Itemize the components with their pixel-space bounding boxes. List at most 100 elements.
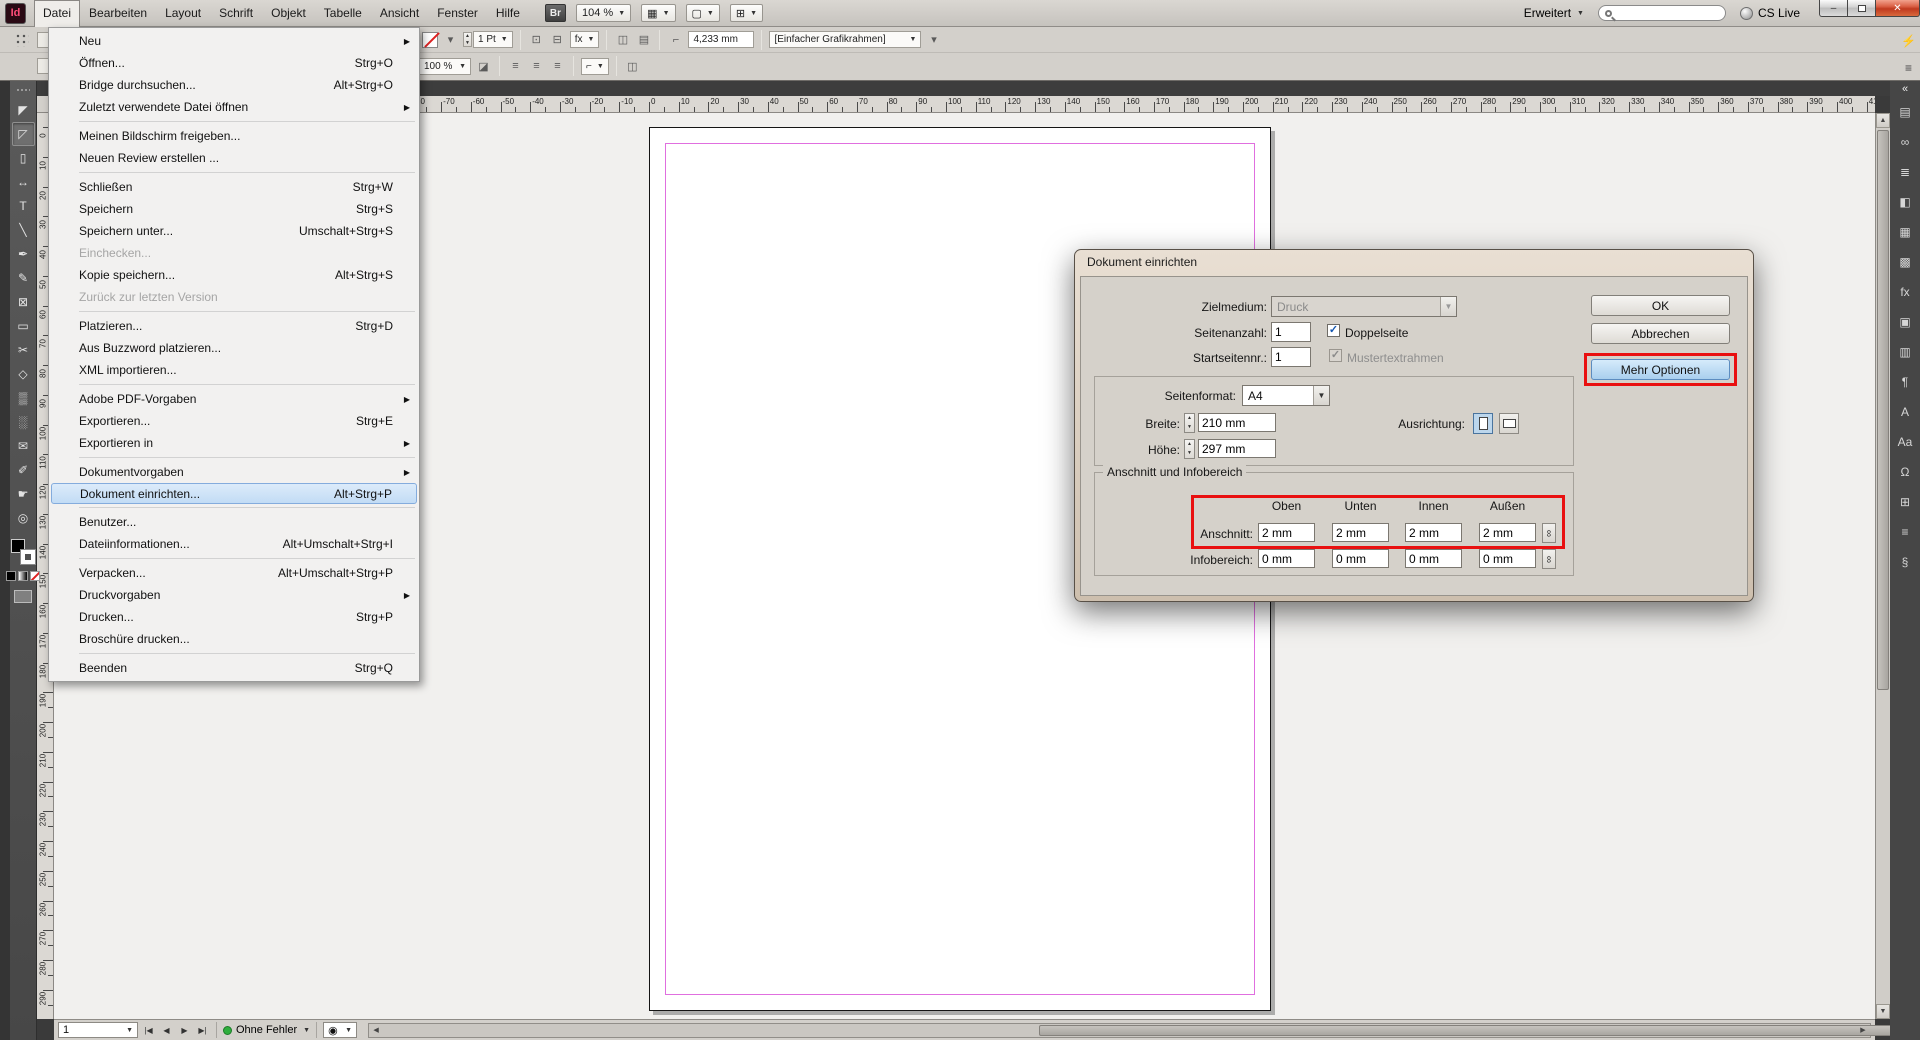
workspace-switcher[interactable]: Erweitert ▼ (1524, 6, 1584, 20)
character-panel-icon[interactable]: A (1894, 401, 1916, 423)
cs-live-button[interactable]: CS Live (1740, 6, 1800, 20)
drop-shadow-button[interactable]: ◪ (475, 58, 492, 75)
scripts-panel-icon[interactable]: § (1894, 551, 1916, 573)
more-options-button[interactable]: Mehr Optionen (1591, 359, 1730, 380)
scroll-left-arrow[interactable]: ◀ (369, 1024, 383, 1037)
file-menu-item-dateiinformationen[interactable]: Dateiinformationen...Alt+Umschalt+Strg+I (49, 533, 419, 555)
file-menu-item-adobe-pdf-vorgaben[interactable]: Adobe PDF-Vorgaben▶ (49, 388, 419, 410)
orientation-portrait-button[interactable] (1473, 413, 1493, 434)
menu-bearbeiten[interactable]: Bearbeiten (80, 0, 156, 27)
scroll-up-arrow[interactable]: ▲ (1876, 113, 1890, 128)
file-menu-item-beenden[interactable]: BeendenStrg+Q (49, 657, 419, 679)
wrap-around-button[interactable]: ▤ (635, 31, 652, 48)
previous-page-button[interactable]: ◀ (159, 1022, 174, 1038)
vertical-scroll-thumb[interactable] (1877, 130, 1889, 690)
corner-size-field[interactable]: 4,233 mm (688, 31, 754, 48)
preflight-profile-combo[interactable]: ◉ ▼ (323, 1022, 357, 1038)
character-styles-panel-icon[interactable]: Aa (1894, 431, 1916, 453)
free-transform-tool[interactable]: ◇ (12, 362, 35, 386)
infobereich-unten-input[interactable] (1332, 549, 1389, 568)
rectangle-frame-tool[interactable]: ⊠ (12, 290, 35, 314)
hoehe-input[interactable] (1198, 439, 1276, 458)
table-panel-icon[interactable]: ⊞ (1894, 491, 1916, 513)
breite-input[interactable] (1198, 413, 1276, 432)
infobereich-link-icon[interactable]: ∞ (1542, 549, 1556, 569)
scissors-tool[interactable]: ✂ (12, 338, 35, 362)
line-tool[interactable]: ╲ (12, 218, 35, 242)
layers-panel-icon[interactable]: ≡ (1894, 521, 1916, 543)
file-menu-item-kopie-speichern[interactable]: Kopie speichern...Alt+Strg+S (49, 264, 419, 286)
anschnitt-oben-input[interactable] (1258, 523, 1315, 542)
menu-ansicht[interactable]: Ansicht (371, 0, 428, 27)
file-menu-item-exportieren-in[interactable]: Exportieren in▶ (49, 432, 419, 454)
scroll-right-arrow[interactable]: ▶ (1856, 1024, 1870, 1037)
file-menu-item-platzieren[interactable]: Platzieren...Strg+D (49, 315, 419, 337)
anschnitt-innen-input[interactable] (1405, 523, 1462, 542)
object-style-menu-icon[interactable]: ▾ (925, 31, 942, 48)
file-menu-item-zuletzt-verwendete-datei-ffnen[interactable]: Zuletzt verwendete Datei öffnen▶ (49, 96, 419, 118)
seitenanzahl-input[interactable] (1271, 322, 1311, 342)
scroll-down-arrow[interactable]: ▼ (1876, 1004, 1890, 1019)
hand-tool[interactable]: ☛ (12, 482, 35, 506)
direct-selection-tool[interactable]: ◸ (12, 122, 35, 146)
minimize-button[interactable]: – (1819, 0, 1848, 17)
file-menu-item-ffnen[interactable]: Öffnen...Strg+O (49, 52, 419, 74)
file-menu-item-speichern[interactable]: SpeichernStrg+S (49, 198, 419, 220)
align-center-button[interactable]: ≡ (528, 58, 545, 75)
stroke-swatch[interactable] (21, 550, 35, 564)
first-page-button[interactable]: |◀ (141, 1022, 156, 1038)
note-tool[interactable]: ✉ (12, 434, 35, 458)
wrap-none-button[interactable]: ◫ (614, 31, 631, 48)
zielmedium-select[interactable]: Druck ▼ (1271, 296, 1457, 317)
anschnitt-unten-input[interactable] (1332, 523, 1389, 542)
file-menu-item-verpacken[interactable]: Verpacken...Alt+Umschalt+Strg+P (49, 562, 419, 584)
file-menu-item-speichern-unter[interactable]: Speichern unter...Umschalt+Strg+S (49, 220, 419, 242)
pen-tool[interactable]: ✒ (12, 242, 35, 266)
effects-panel-icon[interactable]: fx (1894, 281, 1916, 303)
file-menu-item-bridge-durchsuchen[interactable]: Bridge durchsuchen...Alt+Strg+O (49, 74, 419, 96)
file-menu-item-exportieren[interactable]: Exportieren...Strg+E (49, 410, 419, 432)
infobereich-oben-input[interactable] (1258, 549, 1315, 568)
gap-tool[interactable]: ↔ (12, 170, 35, 194)
file-menu-item-druckvorgaben[interactable]: Druckvorgaben▶ (49, 584, 419, 606)
paragraph-panel-icon[interactable]: ¶ (1894, 371, 1916, 393)
menu-layout[interactable]: Layout (156, 0, 210, 27)
search-input[interactable] (1616, 6, 1716, 20)
file-menu-item-aus-buzzword-platzieren[interactable]: Aus Buzzword platzieren... (49, 337, 419, 359)
stroke-weight-combo[interactable]: ▲▼1 Pt▼ (463, 31, 513, 48)
apply-color-button[interactable] (6, 571, 16, 581)
text-wrap-button[interactable]: ◫ (624, 58, 641, 75)
menu-fenster[interactable]: Fenster (428, 0, 487, 27)
opacity-combo[interactable]: 100 %▼ (419, 58, 471, 75)
type-tool[interactable]: T (12, 194, 35, 218)
file-menu-item-neuen-review-erstellen[interactable]: Neuen Review erstellen ... (49, 147, 419, 169)
stroke-weight-combo-value[interactable]: 1 Pt▼ (473, 31, 513, 48)
file-menu-item-brosch-re-drucken[interactable]: Broschüre drucken... (49, 628, 419, 650)
seitenformat-select[interactable]: A4 ▼ (1242, 385, 1330, 406)
pages-panel-icon[interactable]: ▤ (1894, 101, 1916, 123)
close-button[interactable]: ✕ (1875, 0, 1920, 17)
rectangle-tool[interactable]: ▭ (12, 314, 35, 338)
stroke-menu-arrow-icon[interactable]: ▾ (442, 31, 459, 48)
stroke-panel-icon[interactable]: ≣ (1894, 161, 1916, 183)
corner-options-icon[interactable]: ⌐ (667, 31, 684, 48)
eyedropper-tool[interactable]: ✐ (12, 458, 35, 482)
glyphs-panel-icon[interactable]: Ω (1894, 461, 1916, 483)
file-menu-item-dokumentvorgaben[interactable]: Dokumentvorgaben▶ (49, 461, 419, 483)
swatches-panel-icon[interactable]: ▦ (1894, 221, 1916, 243)
links-panel-icon[interactable]: ∞ (1894, 131, 1916, 153)
apply-gradient-button[interactable] (18, 571, 28, 581)
lightning-icon[interactable]: ⚡ (1900, 32, 1917, 49)
cancel-button[interactable]: Abbrechen (1591, 323, 1730, 344)
gradient-swatch-tool[interactable]: ▒ (12, 386, 35, 410)
orientation-landscape-button[interactable] (1499, 413, 1519, 434)
anschnitt-au-en-input[interactable] (1479, 523, 1536, 542)
align-left-button[interactable]: ≡ (507, 58, 524, 75)
object-style-combo[interactable]: [Einfacher Grafikrahmen]▼ (769, 31, 921, 48)
file-menu-item-drucken[interactable]: Drucken...Strg+P (49, 606, 419, 628)
text-wrap-panel-icon[interactable]: ▥ (1894, 341, 1916, 363)
panel-grip-icon[interactable] (16, 88, 30, 93)
file-menu-item-xml-importieren[interactable]: XML importieren... (49, 359, 419, 381)
selection-tool[interactable]: ◤ (12, 98, 35, 122)
file-menu-item-dokument-einrichten[interactable]: Dokument einrichten...Alt+Strg+P (51, 483, 417, 504)
